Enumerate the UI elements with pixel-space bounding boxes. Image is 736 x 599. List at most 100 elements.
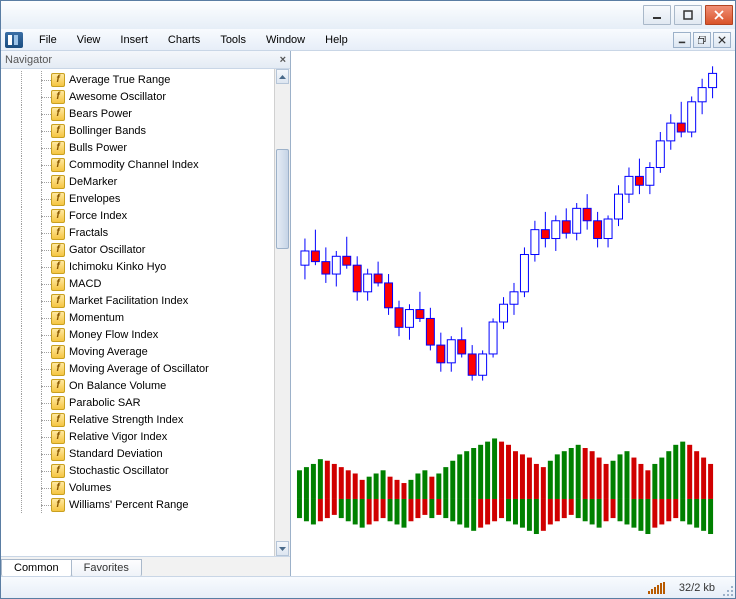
indicator-icon: f (51, 209, 65, 223)
indicator-item[interactable]: f Bulls Power (1, 139, 274, 156)
app-window: FileViewInsertChartsToolsWindowHelp Navi… (0, 0, 736, 599)
indicator-icon: f (51, 379, 65, 393)
indicator-label: Force Index (69, 210, 127, 222)
scroll-down-button[interactable] (276, 541, 289, 556)
indicator-label: Market Facilitation Index (69, 295, 188, 307)
indicator-icon: f (51, 277, 65, 291)
body-area: Navigator × fAverage True RangefAwesome … (1, 51, 735, 576)
menubar: FileViewInsertChartsToolsWindowHelp (1, 29, 735, 51)
minimize-button[interactable] (643, 5, 671, 25)
indicator-icon: f (51, 260, 65, 274)
indicator-label: DeMarker (69, 176, 117, 188)
indicator-label: Stochastic Oscillator (69, 465, 169, 477)
indicator-item[interactable]: f Bollinger Bands (1, 122, 274, 139)
indicator-item[interactable]: fIchimoku Kinko Hyo (1, 258, 274, 275)
indicator-item[interactable]: f Parabolic SAR (1, 394, 274, 411)
mdi-controls (673, 32, 731, 48)
statusbar: 32/2 kb (1, 576, 735, 598)
indicator-label: Commodity Channel Index (69, 159, 199, 171)
indicator-label: Moving Average of Oscillator (69, 363, 209, 375)
indicator-icon: f (51, 362, 65, 376)
indicator-item[interactable]: f On Balance Volume (1, 377, 274, 394)
indicator-label: Bulls Power (69, 142, 127, 154)
navigator-scrollbar[interactable] (274, 69, 290, 556)
indicator-item[interactable]: fWilliams' Percent Range (1, 496, 274, 513)
indicator-item[interactable]: f Moving Average of Oscillator (1, 360, 274, 377)
indicator-item[interactable]: fMoving Average (1, 343, 274, 360)
indicator-icon: f (51, 141, 65, 155)
indicator-item[interactable]: f DeMarker (1, 173, 274, 190)
menu-insert[interactable]: Insert (110, 31, 158, 49)
indicator-item[interactable]: fFractals (1, 224, 274, 241)
indicator-icon: f (51, 107, 65, 121)
indicator-icon: f (51, 124, 65, 138)
navigator-list[interactable]: fAverage True RangefAwesome OscillatorfB… (1, 69, 274, 556)
indicator-label: Volumes (69, 482, 111, 494)
navigator-title-bar: Navigator × (1, 51, 290, 69)
indicator-label: Money Flow Index (69, 329, 158, 341)
indicator-item[interactable]: f Force Index (1, 207, 274, 224)
chart-area[interactable]: Gator Oscillator Indicator (291, 51, 735, 576)
indicator-icon: f (51, 192, 65, 206)
menu-charts[interactable]: Charts (158, 31, 210, 49)
indicator-item[interactable]: f Bears Power (1, 105, 274, 122)
maximize-button[interactable] (674, 5, 702, 25)
mdi-minimize-button[interactable] (673, 32, 691, 48)
indicator-item[interactable]: fAwesome Oscillator (1, 88, 274, 105)
indicator-item[interactable]: fMomentum (1, 309, 274, 326)
indicator-label: Average True Range (69, 74, 170, 86)
indicator-item[interactable]: f Relative Strength Index (1, 411, 274, 428)
price-chart (291, 51, 735, 576)
indicator-icon: f (51, 481, 65, 495)
indicator-item[interactable]: fStochastic Oscillator (1, 462, 274, 479)
navigator-tree: fAverage True RangefAwesome OscillatorfB… (1, 69, 290, 556)
indicator-item[interactable]: fEnvelopes (1, 190, 274, 207)
status-traffic: 32/2 kb (679, 582, 715, 594)
mdi-restore-button[interactable] (693, 32, 711, 48)
indicator-icon: f (51, 73, 65, 87)
navigator-title: Navigator (5, 54, 52, 66)
indicator-icon: f (51, 328, 65, 342)
tab-common[interactable]: Common (1, 559, 72, 576)
indicator-item[interactable]: f Money Flow Index (1, 326, 274, 343)
indicator-icon: f (51, 243, 65, 257)
tab-favorites[interactable]: Favorites (71, 559, 142, 576)
indicator-label: On Balance Volume (69, 380, 166, 392)
indicator-label: Williams' Percent Range (69, 499, 188, 511)
menu-file[interactable]: File (29, 31, 67, 49)
indicator-item[interactable]: fCommodity Channel Index (1, 156, 274, 173)
indicator-item[interactable]: f Volumes (1, 479, 274, 496)
indicator-icon: f (51, 175, 65, 189)
menu-view[interactable]: View (67, 31, 111, 49)
indicator-label: Bollinger Bands (69, 125, 146, 137)
navigator-panel: Navigator × fAverage True RangefAwesome … (1, 51, 291, 576)
indicator-label: Awesome Oscillator (69, 91, 166, 103)
indicator-label: Parabolic SAR (69, 397, 141, 409)
indicator-label: Bears Power (69, 108, 132, 120)
scroll-up-button[interactable] (276, 69, 289, 84)
indicator-icon: f (51, 294, 65, 308)
menu-help[interactable]: Help (315, 31, 358, 49)
indicator-item[interactable]: fRelative Vigor Index (1, 428, 274, 445)
indicator-label: Relative Vigor Index (69, 431, 167, 443)
indicator-icon: f (51, 413, 65, 427)
menu-window[interactable]: Window (256, 31, 315, 49)
indicator-item[interactable]: fStandard Deviation (1, 445, 274, 462)
indicator-icon: f (51, 311, 65, 325)
indicator-item[interactable]: f MACD (1, 275, 274, 292)
indicator-icon: f (51, 345, 65, 359)
mdi-close-button[interactable] (713, 32, 731, 48)
menu-tools[interactable]: Tools (210, 31, 256, 49)
indicator-label: Standard Deviation (69, 448, 163, 460)
close-button[interactable] (705, 5, 733, 25)
indicator-label: MACD (69, 278, 101, 290)
scroll-thumb[interactable] (276, 149, 289, 249)
indicator-item[interactable]: fGator Oscillator (1, 241, 274, 258)
indicator-label: Relative Strength Index (69, 414, 183, 426)
indicator-item[interactable]: f Market Facilitation Index (1, 292, 274, 309)
navigator-close-icon[interactable]: × (280, 54, 286, 66)
resize-grip-icon[interactable] (721, 584, 733, 596)
connection-bars-icon (648, 582, 665, 594)
indicator-icon: f (51, 396, 65, 410)
indicator-item[interactable]: f Average True Range (1, 71, 274, 88)
